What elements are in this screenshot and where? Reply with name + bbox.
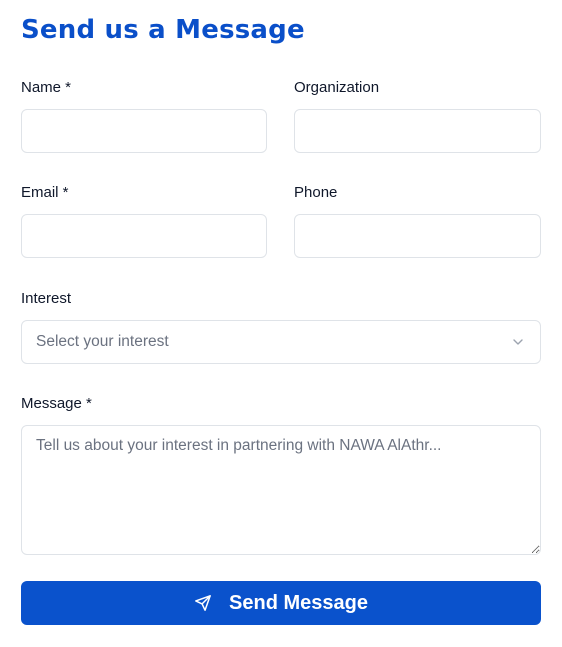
organization-label: Organization: [294, 79, 380, 96]
send-icon: [195, 595, 211, 611]
message-textarea[interactable]: [21, 425, 541, 555]
chevron-down-icon: [513, 339, 523, 345]
name-input[interactable]: [21, 109, 267, 153]
interest-select-value: Select your interest: [36, 333, 169, 350]
message-label: Message *: [21, 395, 92, 412]
name-label: Name *: [21, 79, 72, 96]
phone-label: Phone: [294, 184, 338, 201]
email-label: Email *: [21, 184, 69, 201]
send-message-button[interactable]: Send Message: [21, 581, 541, 625]
send-message-label: Send Message: [229, 591, 368, 614]
phone-input[interactable]: [294, 214, 541, 258]
interest-label: Interest: [21, 290, 72, 307]
interest-select[interactable]: Select your interest: [21, 320, 541, 364]
organization-input[interactable]: [294, 109, 541, 153]
email-input[interactable]: [21, 214, 267, 258]
form-title: Send us a Message: [21, 15, 305, 45]
